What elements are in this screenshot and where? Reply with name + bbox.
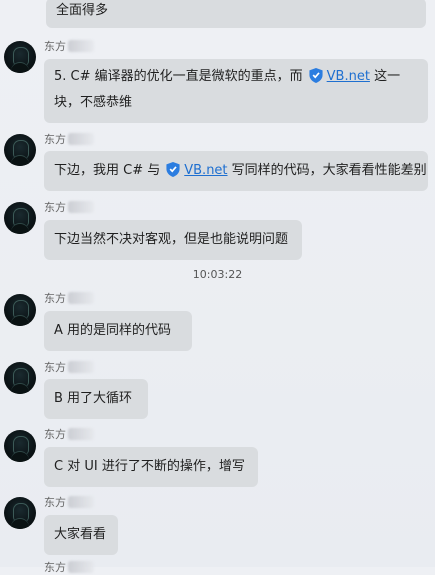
security-shield-icon bbox=[166, 162, 180, 177]
sender-name: 东方 bbox=[44, 428, 94, 442]
redacted-name-blur bbox=[68, 561, 94, 573]
avatar[interactable] bbox=[4, 134, 36, 166]
avatar[interactable] bbox=[4, 202, 36, 234]
redacted-name-blur bbox=[68, 428, 94, 440]
message-bubble[interactable]: B 用了大循环 bbox=[44, 379, 148, 419]
message-bubble[interactable]: 下边当然不决对客观，但是也能说明问题 bbox=[44, 220, 302, 260]
message-link[interactable]: VB.net bbox=[327, 69, 370, 84]
redacted-name-blur bbox=[68, 133, 94, 145]
message-bubble[interactable]: 5. C# 编译器的优化一直是微软的重点，而 VB.net 这一块，不感恭维 bbox=[44, 59, 428, 123]
message-bubble[interactable]: 大家看看 bbox=[44, 515, 118, 555]
message-text: 下边，我用 C# 与 bbox=[54, 163, 161, 178]
message-link[interactable]: VB.net bbox=[184, 163, 227, 178]
sender-name: 东方 bbox=[44, 361, 94, 375]
sender-name: 东方 bbox=[44, 496, 94, 510]
sender-name: 东方 bbox=[44, 133, 94, 147]
avatar[interactable] bbox=[4, 497, 36, 529]
message-text: B 用了大循环 bbox=[54, 391, 133, 406]
redacted-name-blur bbox=[68, 361, 94, 373]
redacted-name-blur bbox=[68, 201, 94, 213]
redacted-name-blur bbox=[68, 40, 94, 52]
sender-name: 东方 bbox=[44, 40, 94, 54]
avatar[interactable] bbox=[4, 430, 36, 462]
message-text: 写同样的代码，大家看看性能差别 bbox=[231, 163, 427, 178]
message-text: A 用的是同样的代码 bbox=[54, 323, 172, 338]
message-text: 大家看看 bbox=[54, 527, 107, 542]
message-text: 5. C# 编译器的优化一直是微软的重点，而 bbox=[54, 69, 303, 84]
redacted-name-blur bbox=[68, 292, 94, 304]
avatar[interactable] bbox=[4, 41, 36, 73]
sender-name: 东方 bbox=[44, 201, 94, 215]
message-text: 全面得多 bbox=[56, 3, 109, 18]
message-timestamp: 10:03:22 bbox=[192, 268, 243, 281]
avatar[interactable] bbox=[4, 362, 36, 394]
message-text: 下边当然不决对客观，但是也能说明问题 bbox=[54, 232, 289, 247]
avatar[interactable] bbox=[4, 294, 36, 326]
sender-name: 东方 bbox=[44, 561, 94, 575]
message-bubble[interactable]: 下边，我用 C# 与 VB.net 写同样的代码，大家看看性能差别 bbox=[44, 151, 428, 191]
chat-history[interactable]: 全面得多 东方 5. C# 编译器的优化一直是微软的重点，而 VB.net 这一块… bbox=[0, 0, 435, 574]
message-bubble[interactable]: A 用的是同样的代码 bbox=[44, 311, 192, 351]
message-bubble[interactable]: C 对 UI 进行了不断的操作，增写 bbox=[44, 447, 258, 487]
redacted-name-blur bbox=[68, 496, 94, 508]
message-bubble[interactable]: 全面得多 bbox=[46, 0, 426, 28]
message-text: C 对 UI 进行了不断的操作，增写 bbox=[54, 459, 245, 474]
security-shield-icon bbox=[309, 68, 323, 83]
sender-name: 东方 bbox=[44, 292, 94, 306]
